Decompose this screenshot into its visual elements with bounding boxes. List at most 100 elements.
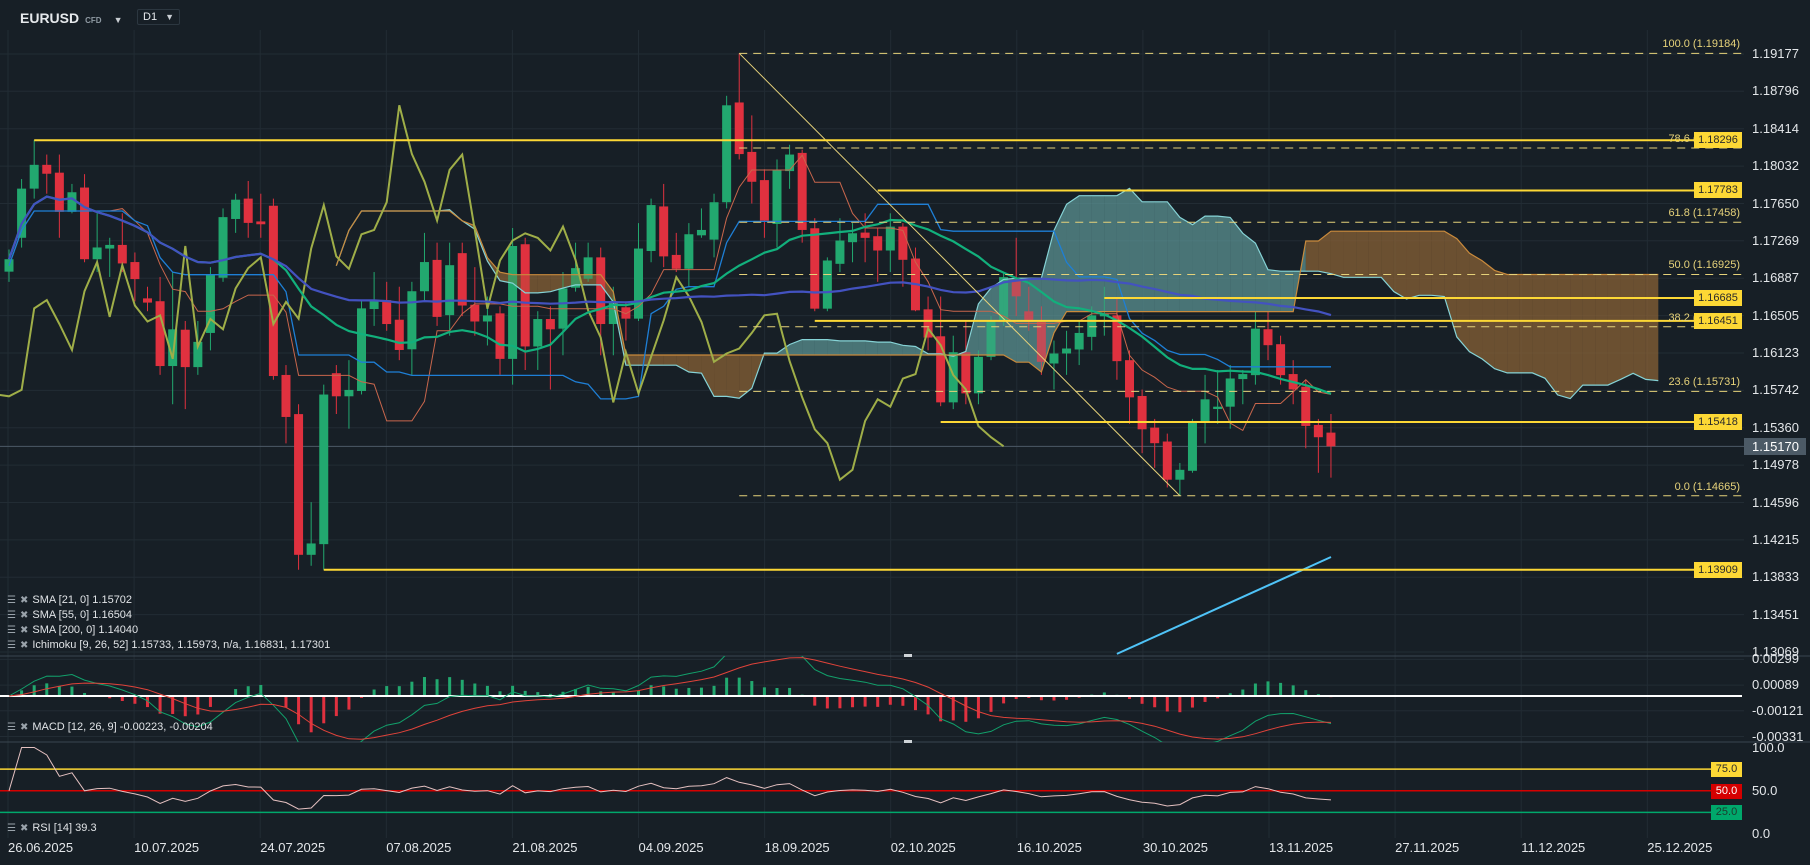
close-icon[interactable]: ✖ [20,610,28,621]
legend-text: SMA [200, 0] 1.14040 [32,624,139,636]
candle-body [256,221,266,225]
macd-histogram-bar [888,696,892,705]
candle-body [1301,386,1311,426]
settings-icon[interactable]: ☰ [7,722,16,733]
candle [797,149,807,243]
price-pane [0,52,1742,655]
candle [973,350,983,405]
candle-body [1137,395,1147,430]
candle-body [29,164,39,189]
candle-body [319,394,329,545]
candle [759,169,769,238]
macd-axis-label: -0.00121 [1752,702,1804,718]
fib-level-label: 50.0 (1.16925) [1668,259,1740,272]
close-icon[interactable]: ✖ [20,625,28,636]
rsi-pane [0,747,1742,814]
macd-histogram-bar [964,696,968,722]
cloud-segment [827,339,840,356]
legend-text: Ichimoku [9, 26, 52] 1.15733, 1.15973, n… [32,639,331,651]
candle-body [344,389,354,397]
price-axis-label: 1.16505 [1752,307,1799,323]
legend-text: SMA [55, 0] 1.16504 [32,609,133,621]
cloud-segment [865,340,878,356]
macd-histogram-bar [876,696,880,707]
candle [445,242,455,336]
close-icon[interactable]: ✖ [20,823,28,834]
macd-histogram-bar [737,677,741,696]
date-axis-label: 04.09.2025 [638,840,704,855]
candle [1062,330,1072,375]
level-price-tag: 1.15418 [1694,414,1742,431]
macd-histogram-bar [699,687,703,696]
close-icon[interactable]: ✖ [20,640,28,651]
settings-icon[interactable]: ☰ [7,595,16,606]
macd-histogram-bar [838,696,842,709]
candle [835,218,845,273]
level-price-tag: 1.13909 [1694,561,1742,578]
candle [80,174,90,263]
settings-icon[interactable]: ☰ [7,625,16,636]
macd-histogram-bar [448,677,452,696]
legend-text: SMA [21, 0] 1.15702 [32,594,133,606]
candle [218,208,228,282]
legend-sma21: ☰ ✖ SMA [21, 0] 1.15702 [7,594,132,606]
cloud-segment [726,355,740,399]
settings-icon[interactable]: ☰ [7,640,16,651]
chart-canvas[interactable] [0,0,1810,865]
macd-histogram-bar [284,696,288,708]
rsi-axis-label: 100.0 [1752,739,1785,755]
candle-body [268,205,278,377]
price-axis-label: 1.17269 [1752,232,1799,248]
date-axis-label: 26.06.2025 [8,840,74,855]
candle-body [482,315,492,322]
macd-histogram-bar [435,679,439,696]
macd-histogram-bar [32,685,36,696]
candle [42,154,52,194]
candle-body [155,301,165,367]
legend-rsi: ☰ ✖ RSI [14] 39.3 [7,822,97,834]
candle [256,193,266,238]
close-icon[interactable]: ✖ [20,722,28,733]
candle-body [797,152,807,230]
candle-body [1326,432,1336,447]
legend-sma55: ☰ ✖ SMA [55, 0] 1.16504 [7,609,132,621]
rsi-level-tag: 50.0 [1711,783,1742,799]
candle-body [596,257,606,325]
candle-body [772,169,782,224]
level-price-tag: 1.16685 [1694,289,1742,306]
settings-icon[interactable]: ☰ [7,823,16,834]
candle-body [445,265,455,316]
candle [822,257,832,312]
date-axis-label: 13.11.2025 [1269,840,1334,855]
settings-icon[interactable]: ☰ [7,610,16,621]
candle-body [495,313,505,359]
candle-body [520,244,530,347]
timeframe-selector[interactable]: D1 ▼ [137,9,180,25]
candle [898,223,908,287]
candle-body [873,236,883,251]
candle [294,404,304,570]
candle [533,311,543,370]
macd-histogram-bar [1140,696,1144,704]
symbol-selector[interactable]: EURUSD CFD ▼ [20,10,123,26]
macd-histogram-bar [762,687,766,696]
price-axis-label: 1.17650 [1752,195,1799,211]
candle-body [281,374,291,417]
macd-histogram-bar [234,689,238,696]
candle-body [1162,441,1172,480]
close-icon[interactable]: ✖ [20,595,28,606]
cloud-segment [877,342,891,356]
rsi-axis-label: 50.0 [1752,782,1778,798]
candle-body [1276,344,1286,376]
macd-histogram-bar [511,685,515,696]
candle-body [1200,399,1210,422]
macd-histogram-bar [460,679,464,696]
cloud-segment [1544,274,1558,395]
candle [243,180,253,238]
candle [432,242,442,326]
candle-body [1175,469,1185,480]
macd-histogram-bar [750,681,754,696]
cloud-segment [1343,231,1357,278]
macd-histogram-bar [1165,696,1169,712]
candle [457,242,467,317]
